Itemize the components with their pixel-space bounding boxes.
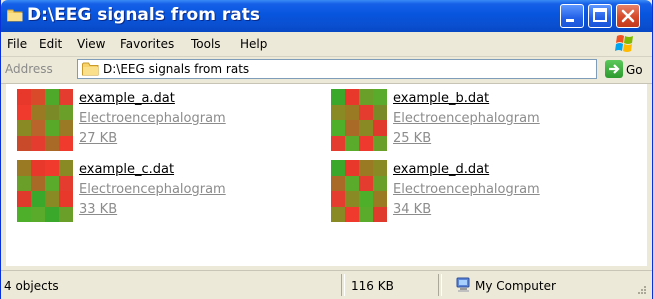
file-name[interactable]: example_b.dat: [393, 91, 489, 106]
file-item[interactable]: example_c.dat Electroencephalogram 33 KB: [10, 160, 270, 222]
menu-edit[interactable]: Edit: [39, 37, 62, 51]
status-divider: [438, 274, 442, 296]
file-size: 25 KB: [393, 131, 432, 146]
status-location: My Computer: [475, 279, 556, 293]
address-label: Address: [5, 62, 53, 76]
menu-bar: File Edit View Favorites Tools Help: [1, 32, 652, 57]
file-item[interactable]: example_a.dat Electroencephalogram 27 KB: [10, 89, 270, 151]
file-type: Electroencephalogram: [79, 182, 226, 197]
file-size: 34 KB: [393, 202, 432, 217]
menu-view[interactable]: View: [77, 37, 105, 51]
status-total-size: 116 KB: [351, 279, 394, 293]
windows-logo-icon: [615, 35, 633, 52]
status-object-count: 4 objects: [4, 279, 59, 293]
go-arrow-icon: [609, 64, 620, 74]
folder-icon: [7, 9, 23, 22]
file-size: 27 KB: [79, 131, 118, 146]
file-thumbnail-icon: [331, 89, 387, 151]
go-label[interactable]: Go: [626, 63, 643, 77]
file-list: example_a.dat Electroencephalogram 27 KB…: [6, 84, 647, 266]
minimize-button[interactable]: [560, 4, 584, 28]
file-item[interactable]: example_b.dat Electroencephalogram 25 KB: [324, 89, 584, 151]
menu-file[interactable]: File: [7, 37, 27, 51]
file-name[interactable]: example_d.dat: [393, 162, 489, 177]
maximize-icon: [593, 8, 607, 22]
minimize-icon: [566, 19, 574, 22]
explorer-window: D:\EEG signals from rats File Edit View …: [0, 0, 653, 299]
menu-help[interactable]: Help: [240, 37, 267, 51]
go-button[interactable]: [605, 60, 623, 78]
resize-grip-icon[interactable]: [633, 284, 647, 296]
file-name[interactable]: example_a.dat: [79, 91, 175, 106]
close-icon: [621, 9, 635, 23]
file-name[interactable]: example_c.dat: [79, 162, 174, 177]
file-thumbnail-icon: [17, 89, 73, 151]
menu-tools[interactable]: Tools: [191, 37, 221, 51]
status-bar: 4 objects 116 KB My Computer: [1, 270, 652, 299]
file-thumbnail-icon: [331, 160, 387, 222]
address-bar: Address D:\EEG signals from rats Go: [1, 57, 652, 84]
folder-icon: [82, 62, 99, 76]
file-type: Electroencephalogram: [393, 111, 540, 126]
address-value: D:\EEG signals from rats: [103, 62, 250, 76]
address-input[interactable]: D:\EEG signals from rats: [77, 59, 597, 79]
title-bar[interactable]: D:\EEG signals from rats: [1, 0, 652, 32]
file-thumbnail-icon: [17, 160, 73, 222]
file-item[interactable]: example_d.dat Electroencephalogram 34 KB: [324, 160, 584, 222]
file-type: Electroencephalogram: [79, 111, 226, 126]
my-computer-icon: [456, 277, 470, 292]
window-title: D:\EEG signals from rats: [27, 5, 260, 25]
file-type: Electroencephalogram: [393, 182, 540, 197]
menu-favorites[interactable]: Favorites: [120, 37, 174, 51]
close-button[interactable]: [616, 4, 640, 28]
maximize-button[interactable]: [588, 4, 612, 28]
file-size: 33 KB: [79, 202, 118, 217]
status-divider: [341, 274, 345, 296]
